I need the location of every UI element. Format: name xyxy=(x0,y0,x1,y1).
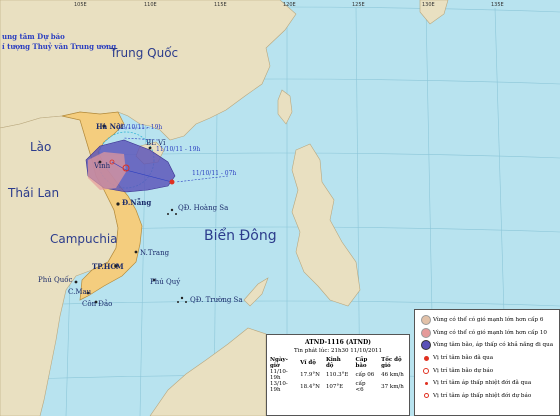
table-cell: 11/10-19h xyxy=(270,369,288,381)
table-row: 13/10-19h 18.4°N 107°E cấp <6 37 km/h xyxy=(267,381,409,393)
table-cell: 110.3°E xyxy=(325,372,349,378)
legend-label: Vị trí tâm áp thấp nhiệt đới đã qua xyxy=(433,380,532,387)
lon-label: 110E xyxy=(144,2,157,8)
legend-label: Vùng có thể có gió mạnh lớn hơn cấp 6 xyxy=(433,317,544,324)
label-vinh: Vinh xyxy=(94,162,111,170)
track-label-3: 11/10/11 - 07h xyxy=(192,170,237,177)
legend-item: Vùng có thể có gió mạnh lớn hơn cấp 10 xyxy=(419,327,556,340)
label-da-nang: Đ.Nẵng xyxy=(122,198,152,207)
dot-red-icon xyxy=(419,381,433,385)
table-cell: 107°E xyxy=(325,384,344,390)
legend-item: Vị trí tâm bão đã qua xyxy=(419,352,556,365)
lon-label: 120E xyxy=(283,2,296,8)
table-cell: 17.9°N xyxy=(300,372,320,378)
legend-label: Vùng có thể có gió mạnh lớn hơn cấp 10 xyxy=(433,329,547,336)
table-header: Vĩ độ xyxy=(300,360,316,366)
legend-label: Vùng tâm bão, áp thấp có khả năng đi qua xyxy=(433,342,554,349)
label-phu-quoc: Phú Quốc xyxy=(38,276,73,284)
label-bien-dong: Biển Đông xyxy=(204,228,277,244)
label-thai-lan: Thái Lan xyxy=(8,186,60,200)
legend-item: Vùng tâm bão, áp thấp có khả năng đi qua xyxy=(419,339,556,352)
land-borneo xyxy=(149,327,267,416)
table-cell: 13/10-19h xyxy=(270,381,288,393)
storm-red-icon xyxy=(419,355,433,361)
land-philippines xyxy=(291,143,361,307)
label-lao: Lào xyxy=(30,140,52,154)
label-nha-trang: N.Trang xyxy=(140,249,170,257)
lon-label: 115E xyxy=(214,2,227,8)
land-taiwan xyxy=(277,89,293,125)
land-palawan xyxy=(243,277,269,307)
table-header: Ngày-giờ xyxy=(270,357,288,369)
legend-item: Vị trí tâm áp thấp nhiệt đới đã qua xyxy=(419,377,556,390)
label-hoang-sa: QĐ. Hoàng Sa xyxy=(178,204,229,212)
agency-line-2: í tượng Thuỷ văn Trung ương xyxy=(2,42,117,51)
circle-tan-icon xyxy=(419,315,433,326)
lon-label: 135E xyxy=(491,2,504,8)
legend-label: Vị trí tâm bão dự báo xyxy=(433,367,494,374)
table-header: Kinh độ xyxy=(325,357,341,369)
weather-map: 105E 110E 115E 120E 125E 130E 135E ung t… xyxy=(0,0,560,416)
lon-label: 105E xyxy=(74,2,87,8)
legend-label: Vị trí tâm áp thấp nhiệt đới dự báo xyxy=(433,392,532,399)
table-cell: 46 km/h xyxy=(381,372,404,378)
label-ca-mau: C.Mau xyxy=(68,288,92,296)
circle-purple-icon xyxy=(419,340,433,351)
table-header-row: Ngày-giờ Vĩ độ Kinh độ Cấp bão Tốc độ gi… xyxy=(267,357,409,369)
track-label-2: 11/10/11 - 19h xyxy=(156,146,201,153)
track-label-1: 13/10/11 - 19h xyxy=(118,124,163,131)
storm-info-table: Ngày-giờ Vĩ độ Kinh độ Cấp bão Tốc độ gi… xyxy=(267,357,409,393)
label-phu-quy: Phú Quý xyxy=(150,278,181,286)
dot-outline-icon xyxy=(419,393,433,399)
map-legend: Vùng có thể có gió mạnh lớn hơn cấp 6 Vù… xyxy=(414,309,560,416)
storm-outline-icon xyxy=(419,367,433,374)
legend-item: Vùng có thể có gió mạnh lớn hơn cấp 6 xyxy=(419,314,556,327)
table-cell: cấp <6 xyxy=(355,381,366,393)
label-tp-hcm: TP.HCM xyxy=(92,262,124,271)
table-cell: 18.4°N xyxy=(300,384,320,390)
table-cell: cấp 06 xyxy=(355,372,375,378)
table-cell: 37 km/h xyxy=(381,384,404,390)
label-con-dao: Côn Đảo xyxy=(82,300,113,308)
table-row: 11/10-19h 17.9°N 110.3°E cấp 06 46 km/h xyxy=(267,369,409,381)
table-header: Cấp bão xyxy=(355,357,368,369)
storm-info-box: ATND-1116 (ATND) Tin phát lúc: 21h30 11/… xyxy=(266,334,410,416)
lon-label: 125E xyxy=(352,2,365,8)
label-campuchia: Campuchia xyxy=(50,232,118,246)
circle-pink-icon xyxy=(419,327,433,338)
label-trung-quoc: Trung Quốc xyxy=(110,46,179,60)
legend-item: Vị trí tâm bão dự báo xyxy=(419,364,556,377)
storm-info-issued: Tin phát lúc: 21h30 11/10/2011 xyxy=(294,348,382,354)
legend-label: Vị trí tâm bão đã qua xyxy=(433,355,494,362)
agency-line-1: ung tâm Dự báo xyxy=(2,32,65,41)
storm-past-marker xyxy=(169,179,175,185)
lon-label: 130E xyxy=(422,2,435,8)
storm-info-title: ATND-1116 (ATND) xyxy=(304,339,372,346)
label-truong-sa: QĐ. Trường Sa xyxy=(190,296,243,304)
table-header: Tốc độ gió xyxy=(381,357,402,369)
legend-item: Vị trí tâm áp thấp nhiệt đới dự báo xyxy=(419,390,556,403)
